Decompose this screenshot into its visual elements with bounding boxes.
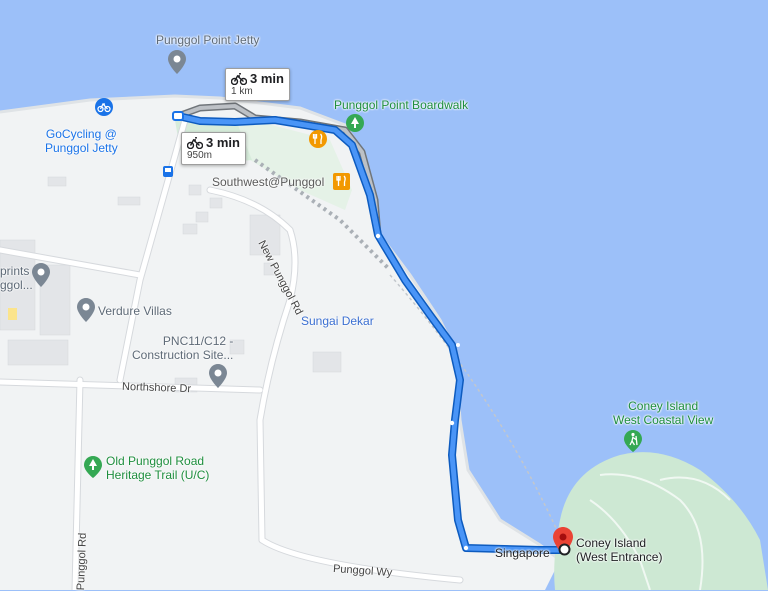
poi-label-old-punggol-heritage-trail[interactable]: Old Punggol Road Heritage Trail (U/C) [106,454,209,482]
poi-label-sprints[interactable]: prints ggol... [0,264,33,292]
road-label-punggol-rd: Punggol Rd [74,532,89,591]
poi-label-coney-island-west-entrance[interactable]: Coney Island (West Entrance) [576,536,662,564]
destination-marker-icon [558,543,571,556]
poi-label-verdure-villas[interactable]: Verdure Villas [98,304,172,318]
location-pin-icon[interactable] [209,364,227,388]
route-alt-distance: 1 km [231,86,253,97]
poi-label-southwest-punggol[interactable]: Southwest@Punggol [212,175,324,189]
location-pin-icon[interactable] [168,50,186,74]
route-main-time: 3 min [206,135,240,150]
map-view[interactable]: Punggol Point Jetty Punggol Point Boardw… [0,0,768,590]
poi-label-pnc11[interactable]: PNC11/C12 - Construction Site... [132,334,233,362]
coney-island [554,452,768,590]
tree-icon[interactable] [346,114,364,134]
place-label-singapore: Singapore [495,546,550,560]
route-main-distance: 950m [187,150,213,161]
origin-marker [172,111,184,121]
bicycle-icon [187,136,203,149]
map-canvas[interactable] [0,0,768,590]
restaurant-icon[interactable] [309,130,327,150]
route-alt-time: 3 min [250,71,284,86]
road-label-northshore-dr: Northshore Dr [121,380,192,396]
poi-label-gocycling[interactable]: GoCycling @ Punggol Jetty [45,127,118,155]
poi-label-punggol-point-boardwalk[interactable]: Punggol Point Boardwalk [334,98,468,112]
poi-label-coney-island-west-coastal-view[interactable]: Coney Island West Coastal View [613,399,713,427]
poi-label-punggol-point-jetty[interactable]: Punggol Point Jetty [156,33,259,47]
route-alt-callout[interactable]: 3 min 1 km [225,68,290,101]
water-label-sungai-dekar: Sungai Dekar [301,314,374,328]
route-main-callout[interactable]: 3 min 950m [181,132,246,165]
bicycle-icon[interactable] [95,98,113,118]
restaurant-icon[interactable] [333,173,350,190]
bicycle-icon [231,72,247,85]
location-pin-icon[interactable] [32,263,50,287]
tree-icon[interactable] [84,456,102,478]
hiking-icon[interactable] [624,430,642,452]
location-pin-icon[interactable] [77,298,95,322]
